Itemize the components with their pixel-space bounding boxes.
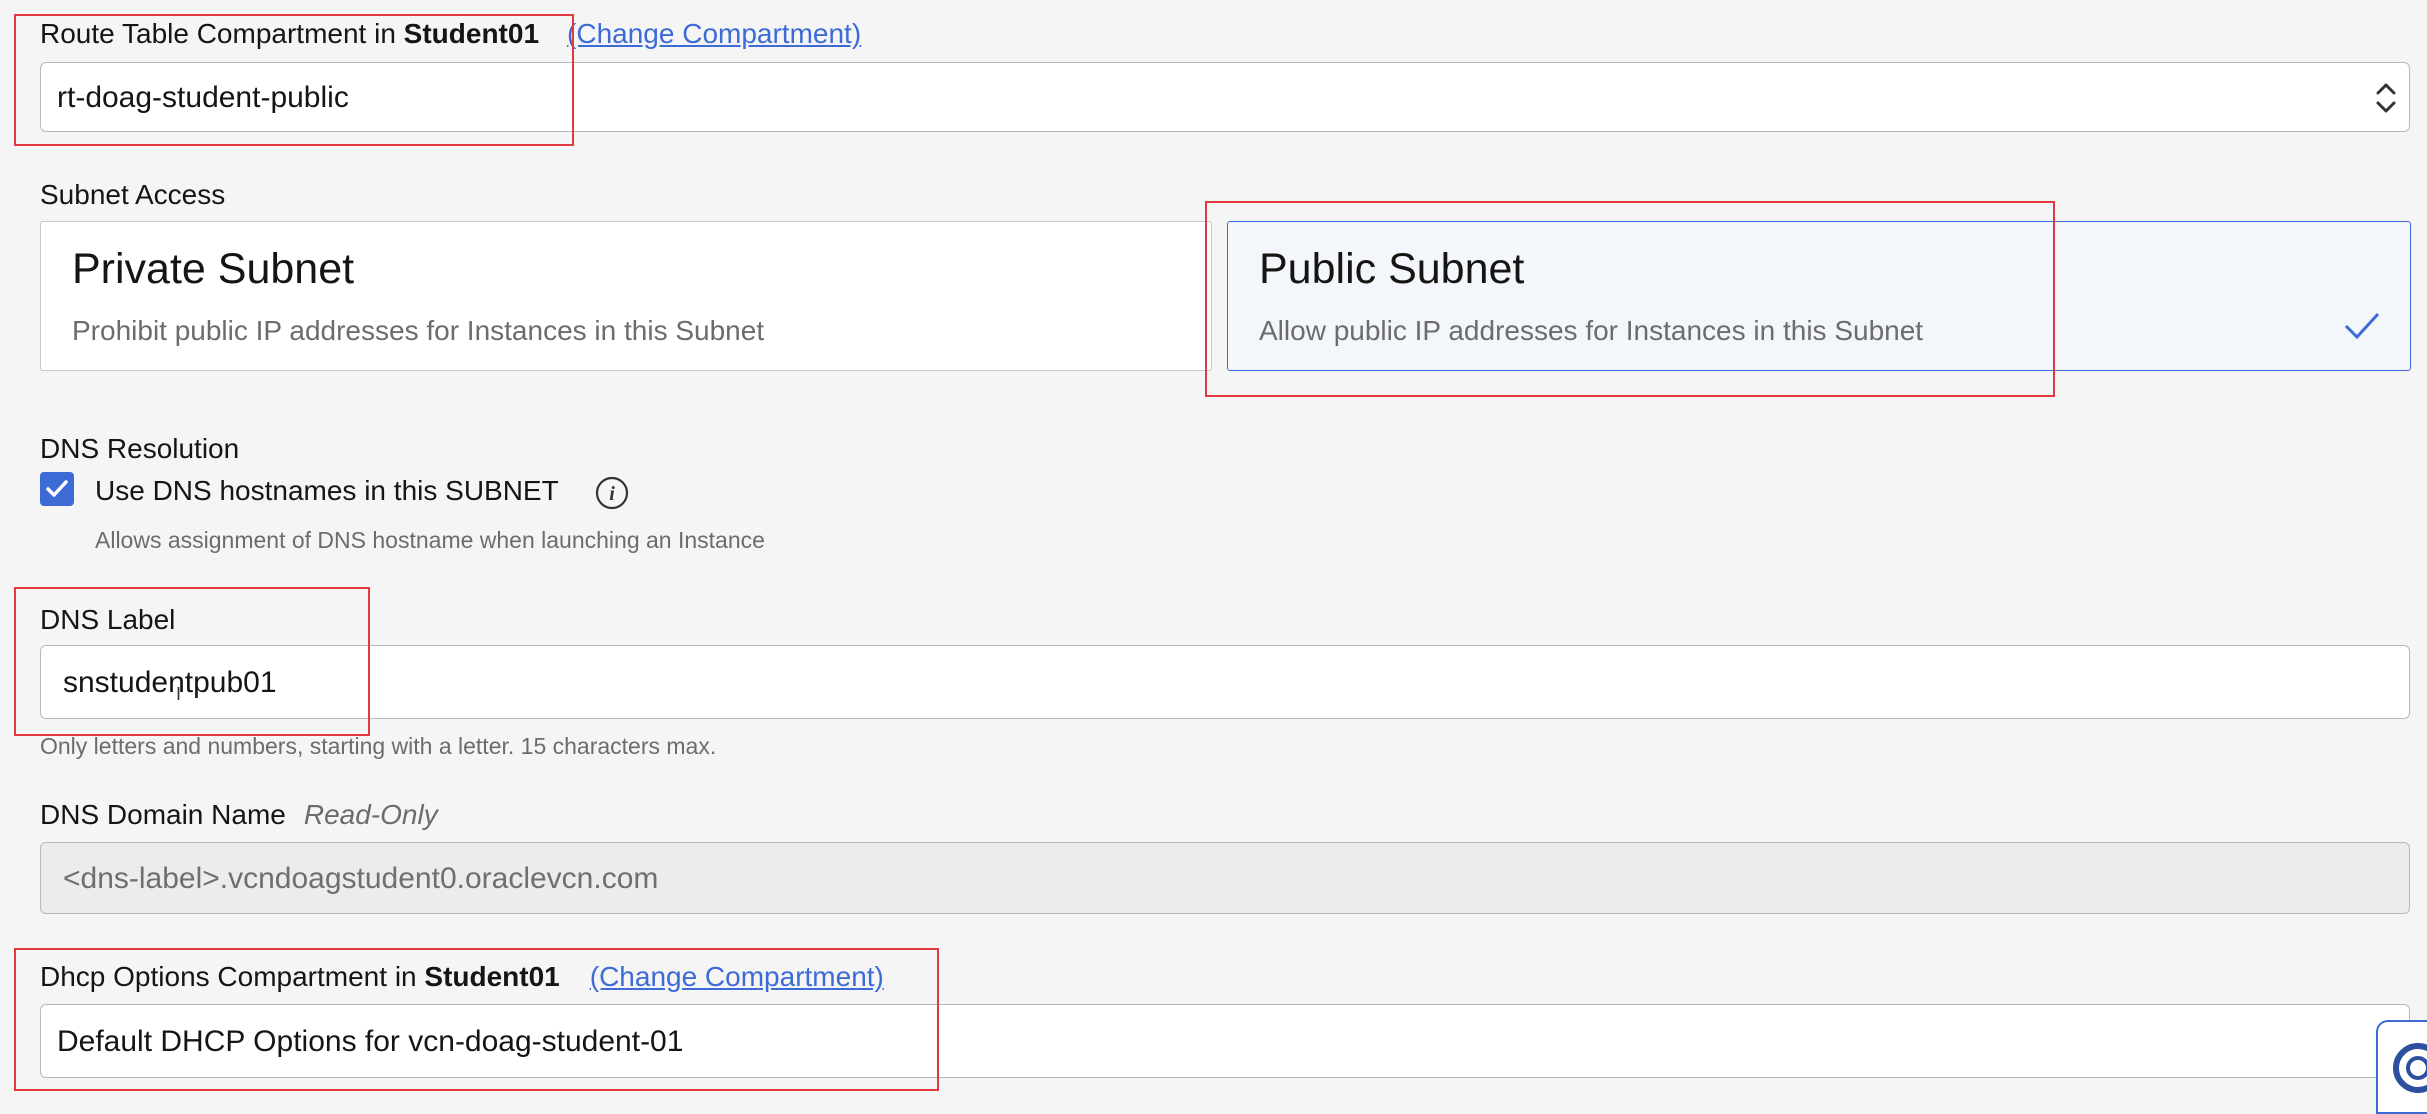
- checkmark-icon: [2344, 312, 2380, 340]
- text-cursor-icon: I: [176, 684, 182, 704]
- dns-domain-label-text: DNS Domain Name: [40, 799, 286, 830]
- lifebuoy-icon: [2393, 1043, 2427, 1093]
- dns-label-input-value: snstudentpub01: [63, 666, 277, 699]
- dhcp-change-compartment-link[interactable]: (Change Compartment): [590, 961, 884, 992]
- info-icon[interactable]: i: [595, 476, 629, 510]
- svg-text:i: i: [609, 483, 615, 505]
- up-down-chevron-icon: [2376, 83, 2396, 113]
- dhcp-compartment-label: Dhcp Options Compartment in Student01 (Ch…: [40, 960, 884, 994]
- public-subnet-description: Allow public IP addresses for Instances …: [1259, 315, 1924, 346]
- help-button[interactable]: [2376, 1020, 2427, 1114]
- route-table-label-text: Route Table Compartment in: [40, 18, 404, 49]
- dhcp-label-text: Dhcp Options Compartment in: [40, 961, 425, 992]
- checkbox-check-icon: [46, 480, 68, 497]
- dns-hostnames-checkbox[interactable]: [40, 472, 74, 506]
- private-subnet-option[interactable]: Private Subnet Prohibit public IP addres…: [40, 221, 1212, 371]
- route-table-label: Route Table Compartment in Student01 (Cha…: [40, 17, 861, 51]
- route-table-change-compartment-link[interactable]: (Change Compartment): [567, 18, 861, 49]
- dns-domain-field: <dns-label>.vcndoagstudent0.oraclevcn.co…: [40, 842, 2410, 914]
- dns-resolution-label: DNS Resolution: [40, 433, 240, 464]
- dns-label-label: DNS Label: [40, 604, 176, 635]
- dns-domain-value: <dns-label>.vcndoagstudent0.oraclevcn.co…: [63, 862, 659, 895]
- dhcp-compartment-name: Student01: [424, 961, 560, 992]
- public-subnet-option[interactable]: Public Subnet Allow public IP addresses …: [1227, 221, 2411, 371]
- dns-label-hint: Only letters and numbers, starting with …: [40, 733, 717, 759]
- private-subnet-description: Prohibit public IP addresses for Instanc…: [72, 315, 765, 346]
- dns-label-input[interactable]: snstudentpub01: [40, 645, 2410, 719]
- dns-hostnames-help-text: Allows assignment of DNS hostname when l…: [95, 527, 765, 553]
- route-table-compartment-name: Student01: [403, 18, 540, 49]
- dns-hostnames-checkbox-label[interactable]: Use DNS hostnames in this SUBNET: [95, 474, 559, 508]
- public-subnet-title: Public Subnet: [1259, 245, 1525, 293]
- dns-domain-label: DNS Domain Name Read-Only: [40, 798, 438, 832]
- subnet-access-label: Subnet Access: [40, 179, 226, 210]
- route-table-select-value: rt-doag-student-public: [57, 81, 349, 114]
- dhcp-options-select[interactable]: Default DHCP Options for vcn-doag-studen…: [40, 1004, 2410, 1078]
- private-subnet-title: Private Subnet: [72, 245, 355, 293]
- dhcp-options-select-value: Default DHCP Options for vcn-doag-studen…: [57, 1025, 684, 1058]
- route-table-select[interactable]: rt-doag-student-public: [40, 62, 2410, 132]
- read-only-tag: Read-Only: [303, 799, 438, 830]
